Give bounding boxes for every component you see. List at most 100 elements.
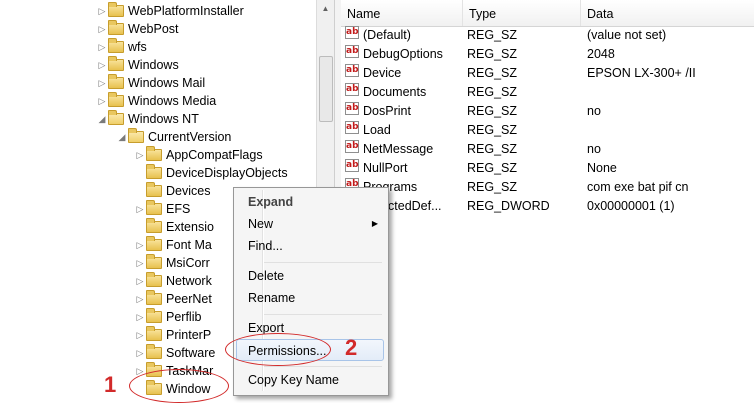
folder-icon [108,2,124,17]
expand-arrow-icon[interactable]: ▷ [96,56,108,74]
value-name-cell: Device [363,66,402,80]
value-name-cell: Load [363,123,391,137]
string-value-icon: ab [345,26,359,39]
tree-item-label: Devices [166,184,211,198]
scroll-up-arrow-icon[interactable]: ▲ [317,0,334,17]
value-row[interactable]: ab Device REG_SZ EPSON LX-300+ /II [341,64,754,83]
tree-item[interactable]: ▷ AppCompatFlags [134,146,263,164]
expand-arrow-icon[interactable]: ▷ [96,92,108,110]
tree-item[interactable]: ▷ Windows Mail [96,74,205,92]
tree-item-label: Network [166,274,212,288]
value-row[interactable]: ab NetMessage REG_SZ no [341,140,754,159]
tree-item-label: AppCompatFlags [166,148,263,162]
menu-item-copy-key-name[interactable]: Copy Key Name [236,369,384,391]
tree-item[interactable]: DeviceDisplayObjects [134,164,288,182]
value-row[interactable]: ab Programs REG_SZ com exe bat pif cn [341,178,754,197]
tree-item-label: Windows Mail [128,76,206,90]
menu-item-expand[interactable]: Expand [236,191,384,213]
tree-item[interactable]: ▷ Windows Media [96,92,216,110]
tree-item-label: wfs [128,40,147,54]
folder-icon [108,56,124,71]
value-name-cell: (Default) [363,28,411,42]
collapse-arrow-icon[interactable]: ◢ [96,110,108,128]
tree-item[interactable]: ▷ Network [134,272,212,290]
value-data-cell: com exe bat pif cn [587,180,689,194]
tree-item[interactable]: ▷ Font Ma [134,236,212,254]
value-data-cell: 2048 [587,47,615,61]
value-type-cell: REG_SZ [467,142,518,156]
column-header-type[interactable]: Type [463,0,581,26]
menu-item-find[interactable]: Find... [236,235,384,257]
string-value-icon: ab [345,45,359,58]
string-value-icon: ab [345,83,359,96]
folder-icon [108,92,124,107]
registry-values-pane[interactable]: Name Type Data ab (Default) REG_SZ (value n… [341,0,754,396]
expand-arrow-icon[interactable]: ▷ [134,200,146,218]
menu-item-label: Expand [248,195,294,209]
value-row[interactable]: ab Load REG_SZ [341,121,754,140]
expand-arrow-icon[interactable]: ▷ [134,236,146,254]
tree-item-label: Windows NT [128,112,199,126]
tree-item[interactable]: ▷ PrinterP [134,326,211,344]
column-header-data[interactable]: Data [581,0,754,26]
annotation-number-2: 2 [345,335,358,360]
value-row[interactable]: ab NullPort REG_SZ None [341,159,754,178]
tree-item[interactable]: ▷ Perflib [134,308,201,326]
expand-arrow-icon[interactable]: ▷ [134,344,146,362]
folder-icon [108,74,124,89]
value-row[interactable]: ab DebugOptions REG_SZ 2048 [341,45,754,64]
tree-item[interactable]: ▷ wfs [96,38,147,56]
value-name-cell: DebugOptions [363,47,443,61]
value-row[interactable]: ab DosPrint REG_SZ no [341,102,754,121]
tree-item[interactable]: ▷ MsiCorr [134,254,210,272]
menu-item-new[interactable]: New ▶ [236,213,384,235]
expand-arrow-icon[interactable]: ▷ [96,2,108,20]
expand-arrow-icon[interactable]: ▷ [134,290,146,308]
tree-item-label: Font Ma [166,238,212,252]
menu-separator [264,262,382,263]
expand-arrow-icon[interactable]: ▷ [96,74,108,92]
string-value-icon: ab [345,159,359,172]
folder-icon [146,164,162,179]
expand-arrow-icon[interactable]: ▷ [134,308,146,326]
tree-item[interactable]: ▷ EFS [134,200,190,218]
column-header-name[interactable]: Name [341,0,463,26]
tree-item[interactable]: ▷ Software [134,344,215,362]
collapse-arrow-icon[interactable]: ◢ [116,128,128,146]
tree-item-label: Windows Media [128,94,217,108]
tree-item[interactable]: Extensio [134,218,214,236]
value-row[interactable]: ab Documents REG_SZ [341,83,754,102]
tree-item-label: MsiCorr [166,256,210,270]
submenu-arrow-icon: ▶ [371,219,378,228]
tree-item[interactable]: ▷ PeerNet [134,290,212,308]
tree-item-label: Perflib [166,310,202,324]
expand-arrow-icon[interactable]: ▷ [96,38,108,56]
menu-item-label: Find... [248,239,283,253]
annotation-number-1: 1 [104,372,117,397]
menu-item-label: Rename [248,291,296,305]
value-row[interactable]: abSelectedDef...REG_DWORD0x00000001 (1) [341,197,754,216]
value-row[interactable]: ab (Default) REG_SZ (value not set) [341,26,754,45]
expand-arrow-icon[interactable]: ▷ [134,146,146,164]
tree-item[interactable]: ▷ WebPlatformInstaller [96,2,244,20]
folder-icon [146,326,162,341]
tree-item-label: Software [166,346,216,360]
scroll-thumb[interactable] [319,56,333,122]
tree-item-label: CurrentVersion [148,130,232,144]
string-value-icon: ab [345,121,359,134]
expand-arrow-icon[interactable]: ▷ [96,20,108,38]
menu-item-delete[interactable]: Delete [236,265,384,287]
expand-arrow-icon[interactable]: ▷ [134,272,146,290]
value-data-cell: None [587,161,617,175]
tree-item[interactable]: Devices [134,182,210,200]
folder-icon [146,218,162,233]
tree-item[interactable]: ▷ Windows [96,56,179,74]
tree-item[interactable]: ◢ Windows NT [96,110,199,128]
value-type-cell: REG_DWORD [467,199,550,213]
expand-arrow-icon[interactable]: ▷ [134,326,146,344]
expand-arrow-icon[interactable]: ▷ [134,254,146,272]
value-data-cell: (value not set) [587,28,667,42]
menu-item-rename[interactable]: Rename [236,287,384,309]
tree-item[interactable]: ◢ CurrentVersion [116,128,231,146]
tree-item[interactable]: ▷ WebPost [96,20,179,38]
